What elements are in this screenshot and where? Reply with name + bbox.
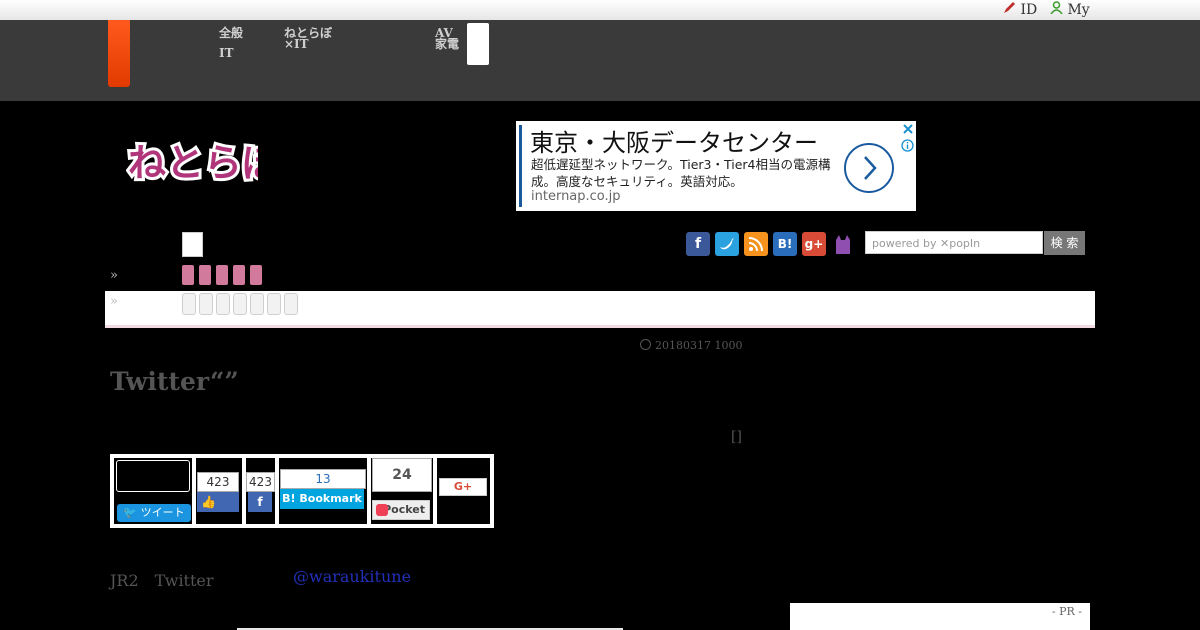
logo-text: ねとらぼ xyxy=(128,141,258,185)
nav-box[interactable] xyxy=(467,23,489,65)
category-tag[interactable] xyxy=(233,265,245,285)
ad-title[interactable]: 東京・大阪データセンター xyxy=(530,123,818,158)
nav-item-all[interactable]: 全般 IT xyxy=(219,27,243,59)
fb-share-count: 423 xyxy=(246,472,275,492)
category-tag[interactable] xyxy=(250,265,262,285)
ad-arrow-button[interactable] xyxy=(844,143,894,193)
gplus-cell: G+ xyxy=(437,458,490,524)
google-plus-icon[interactable]: g+ xyxy=(802,232,826,256)
keyword-tag[interactable] xyxy=(216,293,230,315)
category-tag[interactable] xyxy=(216,265,228,285)
keyword-tag[interactable] xyxy=(199,293,213,315)
menu-toggle[interactable] xyxy=(182,232,203,257)
like-button[interactable]: 👍 xyxy=(197,492,239,512)
bookmark-count: 13 xyxy=(280,469,366,489)
keyword-tag[interactable] xyxy=(233,293,247,315)
utility-bar: ID My xyxy=(0,0,1200,20)
article-title: Twitter“” xyxy=(110,367,239,396)
info-icon[interactable] xyxy=(901,139,914,152)
id-link[interactable]: ID xyxy=(1003,1,1037,18)
ad-body: 超低遅延型ネットワーク。Tier3・Tier4相当の電源構成。高度なセキュリティ… xyxy=(531,157,831,189)
facebook-icon[interactable]: f xyxy=(686,232,710,256)
chevron-right-icon xyxy=(864,156,877,180)
category-tag[interactable] xyxy=(199,265,211,285)
cat-icon[interactable] xyxy=(831,232,855,256)
rss-icon[interactable] xyxy=(744,232,768,256)
itmedia-logo[interactable] xyxy=(108,20,130,87)
share-widget: 🐦 ツイート 423 👍 423 f 13 B! Bookmark 24 Poc… xyxy=(110,454,494,528)
tweet-button[interactable]: 🐦 ツイート xyxy=(117,504,191,522)
user-icon xyxy=(1050,1,1063,14)
gplus-button[interactable]: G+ xyxy=(439,478,487,496)
close-icon[interactable] xyxy=(902,123,914,135)
hatena-icon[interactable]: B! xyxy=(773,232,797,256)
ad-url[interactable]: internap.co.jp xyxy=(531,189,621,204)
keyword-tag[interactable] xyxy=(284,293,298,315)
pocket-count: 24 xyxy=(372,458,432,492)
pr-box: - PR - xyxy=(790,603,1090,630)
thumbs-up-icon: 👍 xyxy=(201,495,216,509)
category-tag[interactable] xyxy=(182,265,194,285)
like-cell: 423 👍 xyxy=(196,458,242,524)
keyword-tag[interactable] xyxy=(267,293,281,315)
pocket-button[interactable]: Pocket xyxy=(372,500,430,520)
pencil-icon xyxy=(1004,2,1015,13)
header-band xyxy=(0,20,1200,101)
hatena-cell: 13 B! Bookmark xyxy=(279,458,367,524)
article-text: JR2 Twitter xyxy=(110,571,214,590)
hatena-icon: B! xyxy=(282,492,296,505)
like-count: 423 xyxy=(197,472,239,492)
article-date: 20180317 1000 xyxy=(655,339,743,352)
pr-label: - PR - xyxy=(1051,605,1082,618)
bookmark-button[interactable]: B! Bookmark xyxy=(280,489,364,509)
pocket-icon xyxy=(376,504,388,516)
keyword-tag[interactable] xyxy=(250,293,264,315)
twitter-handle-link[interactable]: @waraukitune xyxy=(293,567,411,586)
ad-banner[interactable]: 東京・大阪データセンター 超低遅延型ネットワーク。Tier3・Tier4相当の電… xyxy=(516,121,916,211)
nlab-logo[interactable]: ねとらぼ ねとらぼ xyxy=(126,136,258,188)
twitter-icon: 🐦 xyxy=(123,506,138,519)
author-bracket: [] xyxy=(731,429,742,445)
breadcrumb-separator: » xyxy=(110,294,118,309)
pocket-cell: 24 Pocket xyxy=(371,458,433,524)
twitter-icon[interactable] xyxy=(715,232,739,256)
keyword-tag[interactable] xyxy=(182,293,196,315)
tweet-cell: 🐦 ツイート xyxy=(114,458,192,524)
breadcrumb-separator: » xyxy=(110,268,118,283)
ad-accent-bar xyxy=(519,125,522,207)
my-link[interactable]: My xyxy=(1050,1,1090,18)
fb-share-cell: 423 f xyxy=(246,458,275,524)
nav-item-av[interactable]: AV 家電 xyxy=(435,27,459,50)
nav-item-netlab-it[interactable]: ねとらぼ ×IT xyxy=(284,27,332,50)
facebook-icon[interactable]: f xyxy=(248,492,272,512)
tweet-count-box xyxy=(116,460,190,492)
search-input[interactable]: powered by ✕popIn xyxy=(865,231,1043,254)
clock-icon xyxy=(640,339,651,350)
search-button[interactable]: 検 索 xyxy=(1044,231,1085,255)
